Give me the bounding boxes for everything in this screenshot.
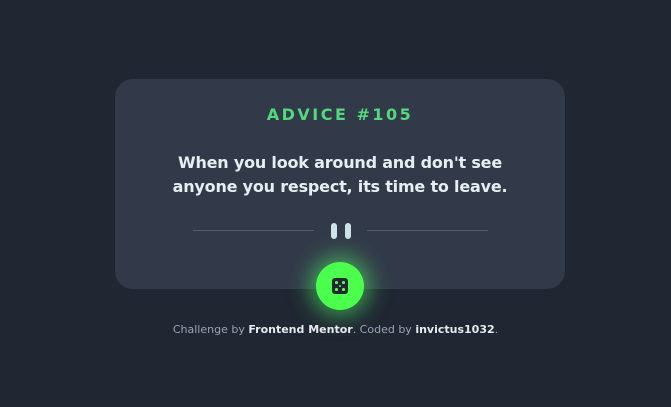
divider-line-right bbox=[367, 230, 488, 231]
advice-card: ADVICE #105 When you look around and don… bbox=[115, 79, 565, 289]
new-advice-button[interactable] bbox=[316, 262, 364, 310]
dice-icon bbox=[332, 278, 348, 294]
footer-prefix: Challenge by bbox=[172, 323, 249, 336]
attribution-footer: Challenge by Frontend Mentor. Coded by i… bbox=[0, 323, 671, 336]
author-link[interactable]: invictus1032 bbox=[415, 323, 494, 336]
divider-line-left bbox=[193, 230, 314, 231]
advice-quote: When you look around and don't see anyon… bbox=[172, 153, 508, 196]
footer-middle: . Coded by bbox=[352, 323, 416, 336]
advice-number-label: ADVICE #105 bbox=[266, 105, 414, 124]
footer-suffix: . bbox=[494, 323, 499, 336]
pause-icon bbox=[330, 223, 352, 239]
divider bbox=[193, 222, 488, 240]
frontend-mentor-link[interactable]: Frontend Mentor bbox=[248, 323, 352, 336]
